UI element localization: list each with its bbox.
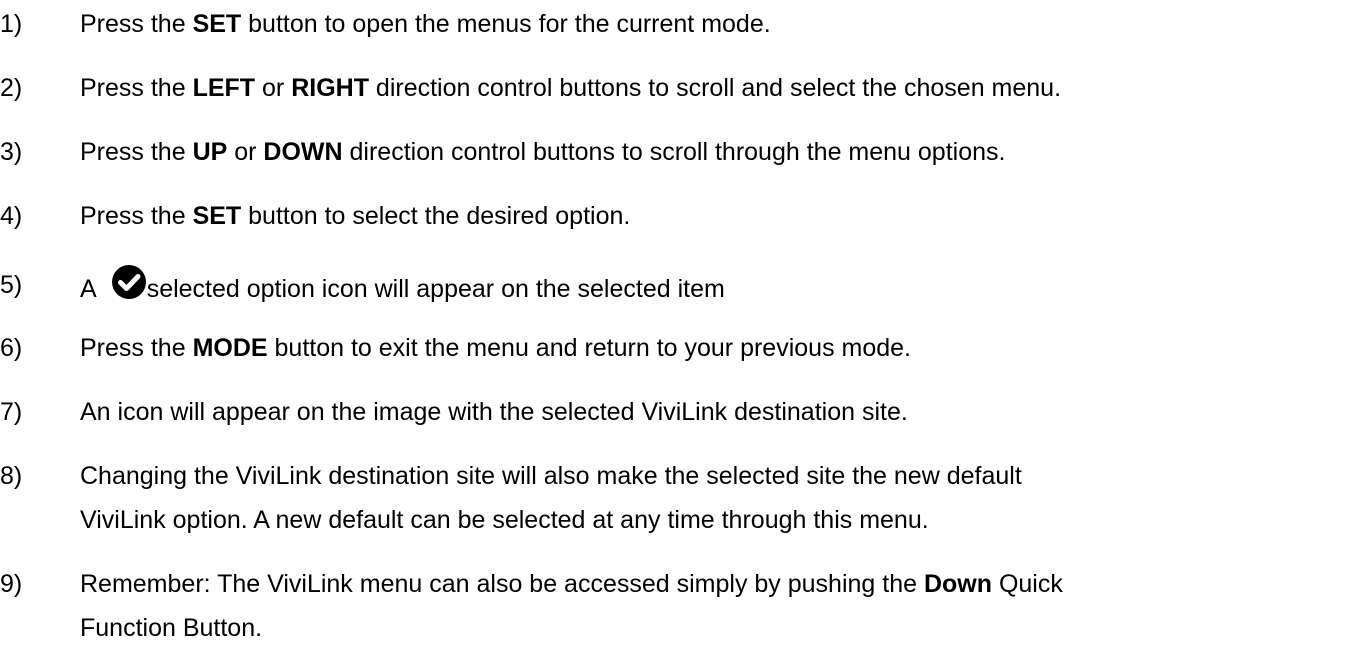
step-text: Changing the ViviLink destination site w… — [80, 462, 1022, 490]
step-text: Press the SET button to select the desir… — [80, 202, 631, 230]
step-number: 3) — [0, 138, 23, 166]
step-number: 9) — [0, 570, 23, 598]
step-text: ViviLink option. A new default can be se… — [80, 506, 929, 534]
step-text: Press the MODE button to exit the menu a… — [80, 334, 911, 362]
check-circle-icon — [111, 264, 147, 300]
step-text: Press the UP or DOWN direction control b… — [80, 138, 1006, 166]
step-number: 4) — [0, 202, 23, 230]
step-number: 6) — [0, 334, 23, 362]
step-text: An icon will appear on the image with th… — [80, 398, 908, 426]
step-text: Function Button. — [80, 614, 263, 642]
step-number: 8) — [0, 462, 23, 490]
step-number: 1) — [0, 10, 23, 38]
step-text: Aselected option icon will appear on the… — [80, 264, 725, 310]
step-text: Press the LEFT or RIGHT direction contro… — [80, 74, 1062, 102]
step-number: 5) — [0, 271, 23, 299]
step-number: 7) — [0, 398, 23, 426]
step-text: Remember: The ViviLink menu can also be … — [80, 570, 1063, 598]
step-text: Press the SET button to open the menus f… — [80, 10, 771, 38]
step-number: 2) — [0, 74, 23, 102]
